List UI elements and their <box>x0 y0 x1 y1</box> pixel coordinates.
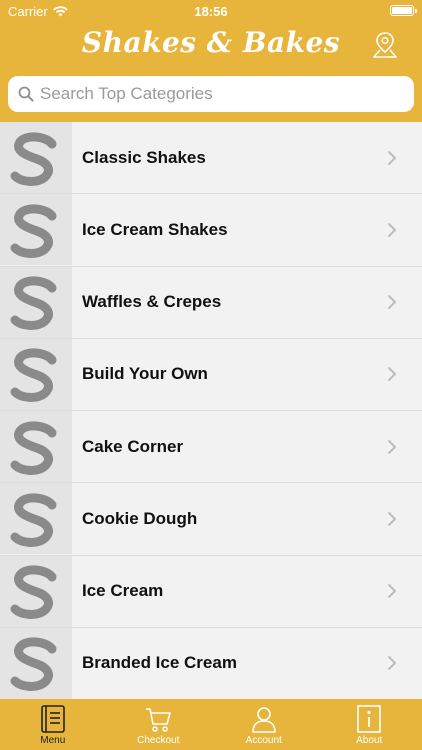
s-logo-icon <box>10 132 57 186</box>
category-row-ice-cream-shakes[interactable]: Ice Cream Shakes <box>0 194 422 267</box>
tab-label: Menu <box>40 735 66 746</box>
search-icon <box>18 86 34 102</box>
clock: 18:56 <box>194 4 228 19</box>
tab-label: About <box>356 735 383 746</box>
category-thumbnail <box>0 627 72 699</box>
s-logo-icon <box>10 493 57 547</box>
tab-account[interactable]: Account <box>211 699 317 750</box>
category-row-waffles-crepes[interactable]: Waffles & Crepes <box>0 266 422 339</box>
category-row-branded-ice-cream[interactable]: Branded Ice Cream <box>0 627 422 699</box>
category-row-build-your-own[interactable]: Build Your Own <box>0 338 422 411</box>
tab-label: Account <box>245 735 282 746</box>
category-row-classic-shakes[interactable]: Classic Shakes <box>0 122 422 195</box>
tab-checkout[interactable]: Checkout <box>106 699 212 750</box>
nav-bar: Shakes & Bakes <box>0 22 422 68</box>
category-thumbnail <box>0 555 72 627</box>
category-row-cake-corner[interactable]: Cake Corner <box>0 411 422 484</box>
category-list: Classic Shakes Ice Cream Shakes Waffles … <box>0 122 422 699</box>
s-logo-icon <box>10 276 57 330</box>
category-row-cookie-dough[interactable]: Cookie Dough <box>0 483 422 556</box>
category-thumbnail <box>0 411 72 483</box>
s-logo-icon <box>10 637 57 692</box>
chevron-right-icon <box>378 509 406 529</box>
info-icon <box>357 705 382 733</box>
category-thumbnail <box>0 338 72 410</box>
tab-label: Checkout <box>137 735 180 746</box>
chevron-right-icon <box>378 364 406 384</box>
category-label: Ice Cream Shakes <box>82 219 228 239</box>
category-row-ice-cream[interactable]: Ice Cream <box>0 555 422 628</box>
category-label: Cookie Dough <box>82 508 198 528</box>
chevron-right-icon <box>378 148 406 168</box>
category-thumbnail <box>0 266 72 338</box>
s-logo-icon <box>10 565 57 619</box>
tab-about[interactable]: About <box>317 699 422 750</box>
search-bar[interactable] <box>8 76 414 112</box>
chevron-right-icon <box>378 437 406 457</box>
category-thumbnail <box>0 194 72 266</box>
category-label: Build Your Own <box>82 364 208 384</box>
s-logo-icon <box>10 204 57 258</box>
map-pin-icon[interactable] <box>370 30 400 60</box>
app-title: Shakes & Bakes <box>81 26 341 59</box>
category-label: Cake Corner <box>82 436 184 456</box>
status-bar: Carrier 18:56 <box>0 0 422 22</box>
battery-icon <box>390 5 417 16</box>
tab-bar: Menu Checkout Account About <box>0 699 422 750</box>
tab-menu[interactable]: Menu <box>0 699 106 750</box>
category-label: Classic Shakes <box>82 147 206 167</box>
category-thumbnail <box>0 122 72 194</box>
menu-book-icon <box>40 705 65 733</box>
chevron-right-icon <box>378 581 406 601</box>
chevron-right-icon <box>378 292 406 312</box>
s-logo-icon <box>10 421 57 475</box>
person-icon <box>251 707 276 733</box>
category-label: Waffles & Crepes <box>82 292 222 312</box>
search-input[interactable] <box>40 84 390 104</box>
category-label: Branded Ice Cream <box>82 653 237 673</box>
cart-icon <box>146 708 172 732</box>
category-thumbnail <box>0 483 72 555</box>
s-logo-icon <box>10 348 57 403</box>
chevron-right-icon <box>378 653 406 673</box>
category-label: Ice Cream <box>82 581 164 601</box>
chevron-right-icon <box>378 220 406 240</box>
